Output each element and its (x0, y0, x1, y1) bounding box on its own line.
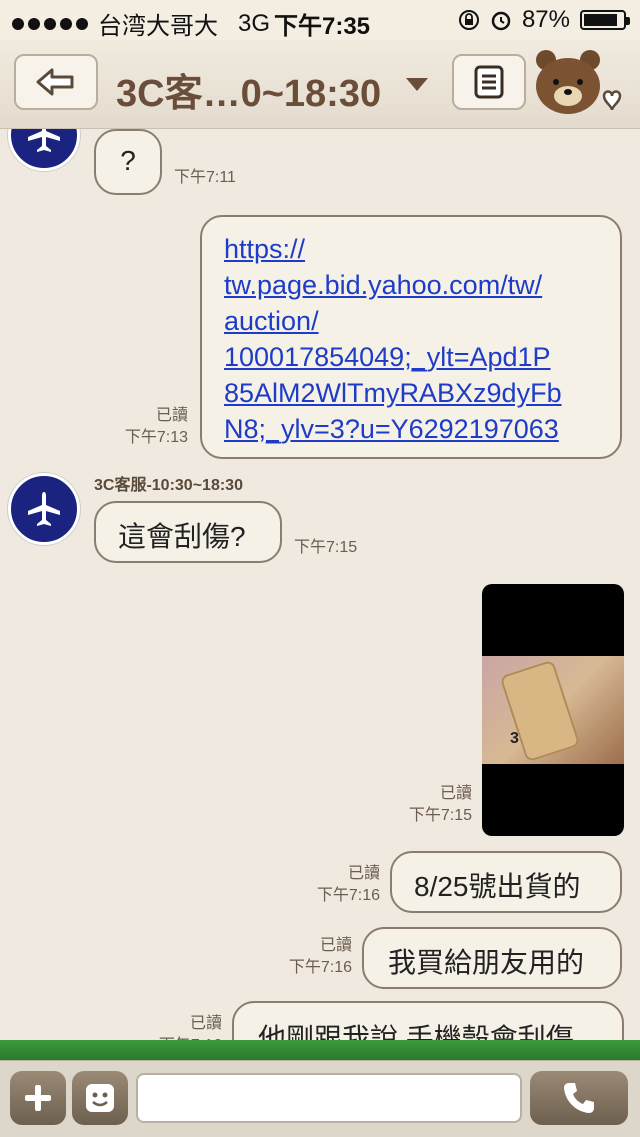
emoji-face-icon (86, 1084, 114, 1112)
message-bubble[interactable]: 這會刮傷? (94, 501, 282, 563)
link-line[interactable]: tw.page.bid.yahoo.com/tw/ (224, 267, 598, 303)
signal-strength-icon (12, 17, 88, 30)
link-line[interactable]: 100017854049;_ylt=Apd1P (224, 339, 598, 375)
message-read-status: 已讀 下午7:13 (100, 405, 188, 449)
decorative-grass-strip (0, 1040, 640, 1060)
plus-icon (25, 1085, 51, 1111)
read-receipt: 已讀 (439, 785, 472, 802)
message-text: 這會刮傷? (118, 521, 246, 552)
read-receipt: 已讀 (155, 407, 188, 424)
rotation-lock-icon (458, 10, 479, 30)
airplane-icon (28, 129, 60, 152)
status-left: 台湾大哥大 3G (12, 6, 270, 41)
sender-name: 3C客服-10:30~18:30 (94, 477, 243, 494)
message-input[interactable] (136, 1073, 522, 1123)
read-receipt: 已讀 (319, 937, 352, 954)
contact-avatar[interactable] (8, 129, 80, 171)
message-time: 下午7:13 (124, 429, 188, 446)
message-bubble[interactable]: 我買給朋友用的 8/25號出貨的 (390, 851, 622, 913)
message-text: 我買給朋友用的 (388, 947, 585, 978)
link-line[interactable]: N8;_ylv=3?u=Y6292197063 (224, 411, 598, 447)
plus-button[interactable] (10, 1071, 66, 1125)
message-time: 下午7:16 (288, 959, 352, 976)
photo-label: 3 (510, 730, 519, 747)
chat-header: 3C客…0~18:30 (0, 40, 640, 129)
alarm-clock-icon (491, 11, 511, 31)
message-read-status: 已讀 下午7:16 (262, 935, 352, 979)
message-text: 8/25號出貨的 (414, 871, 581, 902)
link-line[interactable]: 85AlM2WlTmyRABXz9dyFb (224, 375, 598, 411)
message-time: 下午7:15 (294, 539, 358, 556)
read-receipt: 已讀 (347, 865, 380, 882)
phone-icon (564, 1083, 594, 1113)
menu-button[interactable] (452, 54, 526, 110)
photo-content: 3 (482, 656, 624, 764)
link-line[interactable]: auction/ (224, 303, 598, 339)
chat-title[interactable]: 3C客…0~18:30 (116, 62, 381, 117)
status-time: 下午7:35 (274, 13, 371, 40)
airplane-icon (28, 492, 60, 526)
chevron-down-icon[interactable] (406, 78, 428, 91)
call-button[interactable] (530, 1071, 628, 1125)
sticker-button[interactable] (72, 1071, 128, 1125)
list-menu-icon (474, 65, 504, 99)
status-right: 87% (458, 6, 630, 34)
bear-avatar-icon (536, 50, 622, 114)
message-read-status: 已讀 下午7:15 (380, 783, 472, 827)
message-time: 下午7:16 (316, 887, 380, 904)
image-message[interactable]: 3 (482, 584, 624, 836)
contact-avatar[interactable] (8, 473, 80, 545)
message-text: ? (120, 145, 136, 176)
message-time: 下午7:15 (408, 807, 472, 824)
profile-button[interactable] (532, 46, 632, 122)
battery-percent: 87% (521, 6, 570, 33)
message-input-bar (0, 1060, 640, 1137)
back-arrow-icon (36, 68, 74, 96)
back-button[interactable] (14, 54, 98, 110)
status-bar: 台湾大哥大 3G 下午7:35 87% (0, 0, 640, 40)
battery-level-fill (584, 14, 617, 26)
message-bubble[interactable]: 我買給朋友用的 (362, 927, 622, 989)
carrier-name: 台湾大哥大 (98, 13, 218, 40)
link-message-bubble[interactable]: https:// tw.page.bid.yahoo.com/tw/ aucti… (200, 215, 622, 459)
network-type: 3G (238, 9, 271, 37)
link-line[interactable]: https:// (224, 231, 598, 267)
message-bubble[interactable]: ? (94, 129, 162, 195)
read-receipt: 已讀 (189, 1015, 222, 1032)
battery-icon (580, 10, 630, 30)
chat-messages[interactable]: ? 下午7:11 已讀 下午7:13 https:// tw.page.bid.… (0, 129, 640, 1059)
message-read-status: 已讀 下午7:16 (290, 863, 380, 907)
message-time: 下午7:11 (174, 169, 236, 186)
